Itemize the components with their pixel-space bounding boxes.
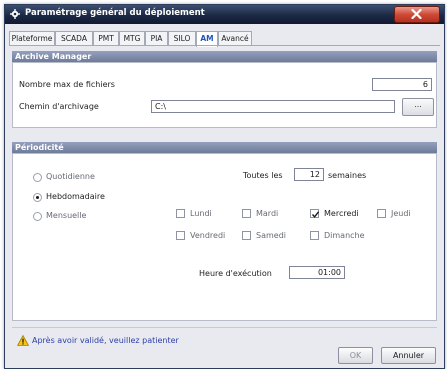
checkbox-lundi[interactable] — [176, 209, 185, 218]
radio-mensuelle[interactable] — [33, 212, 42, 221]
checkbox-mardi-label: Mardi — [256, 209, 279, 218]
checkbox-vendredi[interactable] — [176, 231, 185, 240]
checkbox-vendredi-label: Vendredi — [190, 231, 226, 240]
tab-mtg[interactable]: MTG — [119, 31, 145, 46]
archive-path-input[interactable]: C:\ — [151, 100, 395, 113]
archive-path-label: Chemin d'archivage — [19, 102, 99, 111]
tab-scada[interactable]: SCADA — [55, 31, 93, 46]
exec-time-label: Heure d'exécution — [199, 269, 272, 278]
max-files-input[interactable]: 6 — [372, 78, 432, 91]
weeks-label: semaines — [328, 171, 367, 180]
ok-button[interactable]: OK — [338, 347, 373, 364]
radio-quotidienne[interactable] — [33, 173, 42, 182]
checkbox-mardi[interactable] — [242, 209, 251, 218]
checkmark-icon — [311, 211, 320, 218]
checkbox-jeudi[interactable] — [377, 209, 386, 218]
radio-hebdomadaire-label: Hebdomadaire — [46, 192, 105, 201]
close-icon — [411, 9, 422, 19]
cancel-button[interactable]: Annuler — [381, 347, 436, 364]
exec-time-input[interactable]: 01:00 — [289, 266, 345, 279]
checkbox-dimanche-label: Dimanche — [324, 231, 365, 240]
tab-pmt[interactable]: PMT — [93, 31, 119, 46]
every-label: Toutes les — [243, 171, 283, 180]
archive-manager-header: Archive Manager — [12, 51, 437, 62]
footer-divider — [12, 327, 437, 328]
checkbox-mercredi[interactable] — [310, 209, 320, 218]
checkbox-mercredi-label: Mercredi — [324, 209, 359, 218]
window-title: Paramétrage général du déploiement — [25, 8, 205, 18]
tab-avance[interactable]: Avancé — [218, 31, 252, 46]
gear-icon — [10, 9, 20, 19]
warning-icon — [17, 335, 29, 346]
settings-dialog: Paramétrage général du déploiement Plate… — [4, 4, 445, 369]
checkbox-dimanche[interactable] — [310, 231, 319, 240]
tab-pia[interactable]: PIA — [145, 31, 168, 46]
checkbox-samedi-label: Samedi — [256, 231, 286, 240]
title-bar[interactable]: Paramétrage général du déploiement — [5, 5, 444, 24]
checkbox-samedi[interactable] — [242, 231, 251, 240]
close-button[interactable] — [394, 6, 440, 23]
checkbox-lundi-label: Lundi — [190, 209, 212, 218]
periodicity-header: Périodicité — [12, 142, 437, 153]
browse-button[interactable]: ... — [402, 98, 434, 116]
tab-silo[interactable]: SILO — [168, 31, 196, 46]
tab-divider — [9, 45, 440, 46]
max-files-label: Nombre max de fichiers — [19, 80, 115, 89]
tab-plateforme[interactable]: Plateforme — [9, 31, 55, 46]
every-weeks-input[interactable]: 12 — [294, 168, 324, 181]
warning-message: Après avoir validé, veuillez patienter — [32, 336, 179, 345]
periodicity-panel: Quotidienne Hebdomadaire Mensuelle Toute… — [12, 153, 437, 321]
radio-mensuelle-label: Mensuelle — [46, 211, 87, 220]
archive-manager-panel: Nombre max de fichiers 6 Chemin d'archiv… — [12, 62, 437, 128]
radio-quotidienne-label: Quotidienne — [46, 172, 95, 181]
radio-hebdomadaire[interactable] — [33, 193, 42, 202]
checkbox-jeudi-label: Jeudi — [391, 209, 411, 218]
